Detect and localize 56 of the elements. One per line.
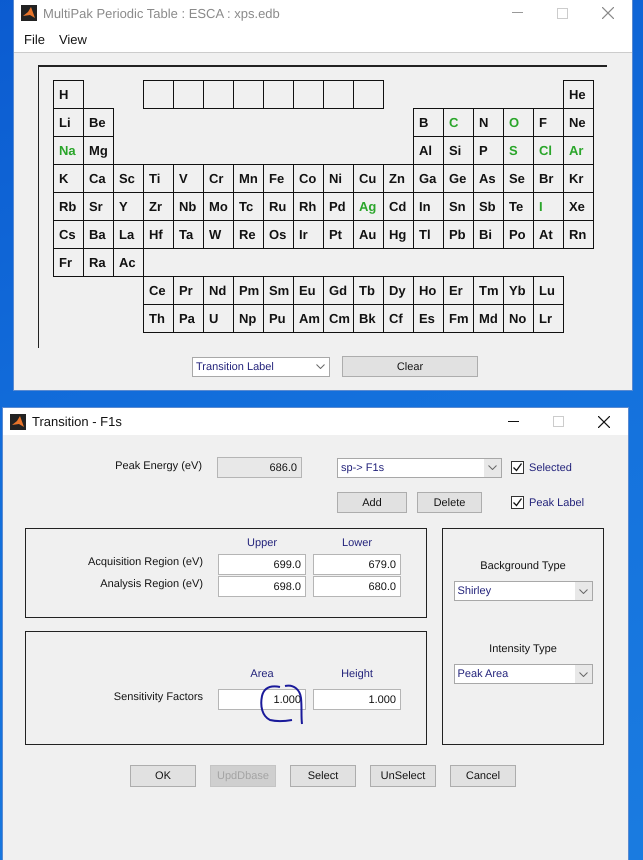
number-field[interactable]: 699.0	[218, 554, 306, 575]
checkbox-label[interactable]: Peak Label	[529, 496, 584, 508]
action-button[interactable]: Select	[290, 765, 356, 787]
peak-energy-field[interactable]: 686.0	[217, 457, 302, 478]
element-cell[interactable]: Rn	[563, 220, 594, 249]
hand-drawn-circle-drawing	[258, 684, 304, 726]
action-button[interactable]: Cancel	[450, 765, 516, 787]
number-field[interactable]: 680.0	[313, 576, 401, 597]
chevron-icon	[316, 364, 325, 369]
element-cell[interactable]: Th	[143, 304, 174, 333]
action-button[interactable]: UnSelect	[370, 765, 436, 787]
column-header: Lower	[341, 537, 373, 549]
column-header: Height	[340, 668, 374, 680]
element-cell[interactable]: Fr	[53, 248, 84, 277]
app-icon	[21, 5, 37, 21]
window-title: MultiPak Periodic Table : ESCA : xps.edb	[43, 6, 280, 20]
element-cell[interactable]: Be	[83, 108, 114, 137]
column-header: Upper	[246, 537, 278, 549]
window-title: Transition - F1s	[32, 414, 122, 429]
chevron-icon	[488, 465, 497, 470]
chevron-icon	[578, 588, 588, 594]
chevron-icon	[578, 672, 588, 676]
checkbox-label[interactable]: Selected	[529, 462, 572, 474]
add-button[interactable]: Add	[337, 492, 407, 513]
clear-button[interactable]: Clear	[342, 356, 478, 377]
label-dropdown[interactable]: Transition Label	[192, 356, 330, 376]
element-cell[interactable]: Lr	[533, 304, 564, 333]
field-label: Intensity Type	[489, 643, 557, 655]
element-cell[interactable]: Lu	[533, 276, 564, 305]
action-button[interactable]: OK	[130, 765, 196, 787]
menu-item[interactable]: File	[18, 32, 51, 46]
number-field[interactable]: 1.000	[218, 689, 306, 710]
app-icon	[10, 414, 26, 430]
checkbox[interactable]	[511, 461, 524, 474]
delete-button[interactable]: Delete	[417, 492, 482, 513]
transition-dropdown[interactable]: sp-> F1s	[337, 458, 502, 478]
menu-item[interactable]: View	[52, 32, 93, 46]
field-label: Background Type	[480, 560, 566, 572]
minimize-icon[interactable]	[508, 420, 519, 422]
element-cell[interactable]: He	[563, 80, 594, 109]
column-header: Area	[249, 668, 275, 680]
element-cell[interactable]: Ac	[113, 248, 144, 277]
field-label: Peak Energy (eV)	[114, 460, 202, 472]
intensity-type-dropdown[interactable]: Peak Area	[454, 664, 592, 684]
field-label: Analysis Region (eV)	[99, 578, 203, 590]
number-field[interactable]: 1.000	[313, 689, 401, 710]
checkbox[interactable]	[511, 496, 524, 509]
background-type-dropdown[interactable]: Shirley	[454, 581, 592, 601]
element-cell[interactable]: Ce	[143, 276, 174, 305]
close-icon[interactable]	[598, 416, 610, 428]
number-field[interactable]: 698.0	[218, 576, 306, 597]
element-cell[interactable]: H	[53, 80, 84, 109]
element-cell[interactable]: B	[413, 108, 444, 137]
field-label: Sensitivity Factors	[112, 691, 203, 703]
number-field[interactable]: 679.0	[313, 554, 401, 575]
field-label: Acquisition Region (eV)	[87, 556, 203, 568]
